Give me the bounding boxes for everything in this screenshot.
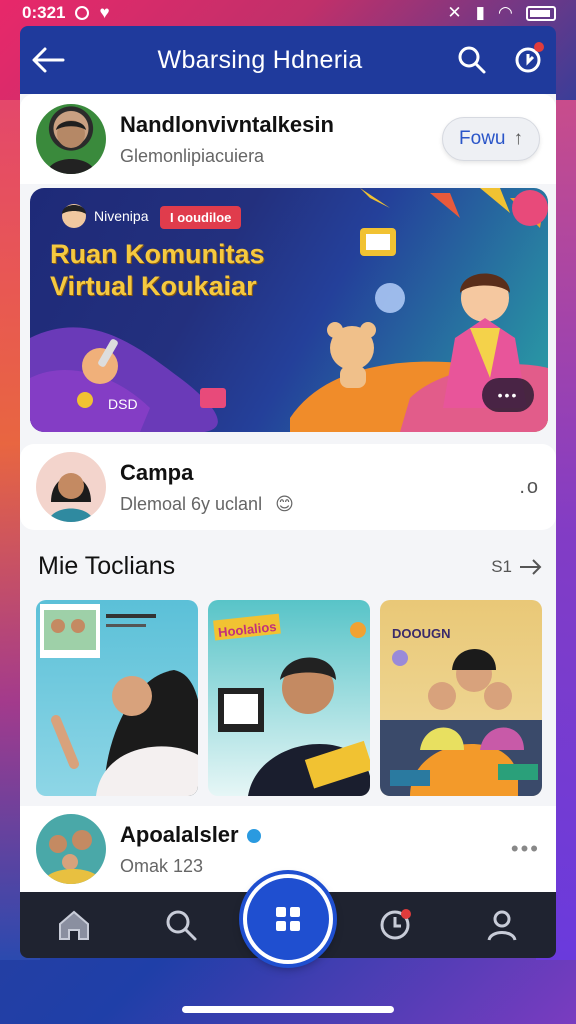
live-badge: I ooudiloe xyxy=(160,206,242,229)
banner-title-line1: Ruan Komunitas xyxy=(50,239,265,269)
search-icon xyxy=(166,910,197,941)
app-header: Wbarsing Hdneria xyxy=(20,26,556,94)
avatar xyxy=(36,814,106,884)
search-icon xyxy=(458,46,486,74)
arrow-left-icon xyxy=(32,47,65,73)
thumbnail-card[interactable]: DOOUGN xyxy=(380,600,542,796)
arrow-right-icon xyxy=(520,558,542,575)
home-indicator[interactable] xyxy=(182,1006,394,1013)
loading-icon[interactable]: .o xyxy=(519,476,540,499)
profile-row[interactable]: Nandlonvivntalkesin Glemonlipiacuiera Fo… xyxy=(20,94,556,184)
arrow-up-icon: ↑ xyxy=(513,128,523,149)
thumbnail-caption: DOOUGN xyxy=(392,626,451,641)
post-subtitle: Dlemoal 6y uclanl 😊 xyxy=(120,494,294,515)
host-name: Nivenipa xyxy=(94,208,149,224)
heart-icon: ♥ xyxy=(99,3,110,22)
profile-name: Nandlonvivntalkesin xyxy=(120,111,334,137)
nav-search[interactable] xyxy=(151,895,211,955)
more-button[interactable]: ••• xyxy=(482,378,534,412)
more-options-icon[interactable]: ••• xyxy=(511,836,540,862)
profile-icon xyxy=(487,910,517,941)
search-button[interactable] xyxy=(444,32,500,88)
home-icon xyxy=(58,910,89,940)
thumbnail-list: Hoolalios DOOUGN xyxy=(36,600,542,796)
see-more-count: S1 xyxy=(491,556,512,576)
event-banner[interactable]: Nivenipa I ooudiloe Ruan Komunitas Virtu… xyxy=(30,188,548,432)
post-subtitle-text: Dlemoal 6y uclanl xyxy=(120,493,263,514)
follow-button[interactable]: Fowu ↑ xyxy=(442,117,540,161)
grid-icon xyxy=(276,907,300,931)
profile-subtitle: Glemonlipiacuiera xyxy=(120,145,265,166)
status-bar: 0:321 ♥ ✕ ▮ ◠ xyxy=(0,0,576,26)
grid-menu-button[interactable] xyxy=(243,874,333,964)
battery-icon xyxy=(526,5,556,21)
section-header: Mie Toclians S1 xyxy=(38,552,544,581)
banner-title: Ruan Komunitas Virtual Koukaiar xyxy=(50,238,265,302)
nav-profile[interactable] xyxy=(472,895,532,955)
smile-emoji-icon: 😊 xyxy=(275,493,294,514)
post-author: Campa xyxy=(120,459,194,485)
thumbnail-card[interactable]: Hoolalios xyxy=(208,600,370,796)
status-time: 0:321 xyxy=(22,3,66,22)
wifi-icon: ◠ xyxy=(498,3,512,22)
back-button[interactable] xyxy=(20,32,76,88)
page-title: Wbarsing Hdneria xyxy=(157,45,363,74)
nav-history[interactable] xyxy=(365,895,425,955)
avatar xyxy=(36,104,106,174)
signal-icon: ▮ xyxy=(475,3,485,22)
post-author: Apoalalsler xyxy=(120,822,261,848)
see-more-link[interactable]: S1 xyxy=(491,557,544,577)
nav-home[interactable] xyxy=(44,895,104,955)
post-author-name: Apoalalsler xyxy=(120,821,239,847)
banner-title-line2: Virtual Koukaiar xyxy=(50,271,257,301)
viewer-count: DSD xyxy=(108,396,138,412)
main-feed: Nandlonvivntalkesin Glemonlipiacuiera Fo… xyxy=(20,94,556,892)
section-title: Mie Toclians xyxy=(38,552,176,580)
avatar xyxy=(36,452,106,522)
notifications-button[interactable] xyxy=(500,32,556,88)
post-subtitle: Omak 123 xyxy=(120,855,204,876)
notification-badge xyxy=(534,42,544,52)
follow-label: Fowu xyxy=(459,128,506,149)
notification-icon xyxy=(75,6,90,20)
thumbnail-card[interactable] xyxy=(36,600,198,796)
mute-icon: ✕ xyxy=(447,3,462,22)
post-row[interactable]: Campa Dlemoal 6y uclanl 😊 .o xyxy=(20,444,556,530)
verified-icon xyxy=(246,828,261,843)
